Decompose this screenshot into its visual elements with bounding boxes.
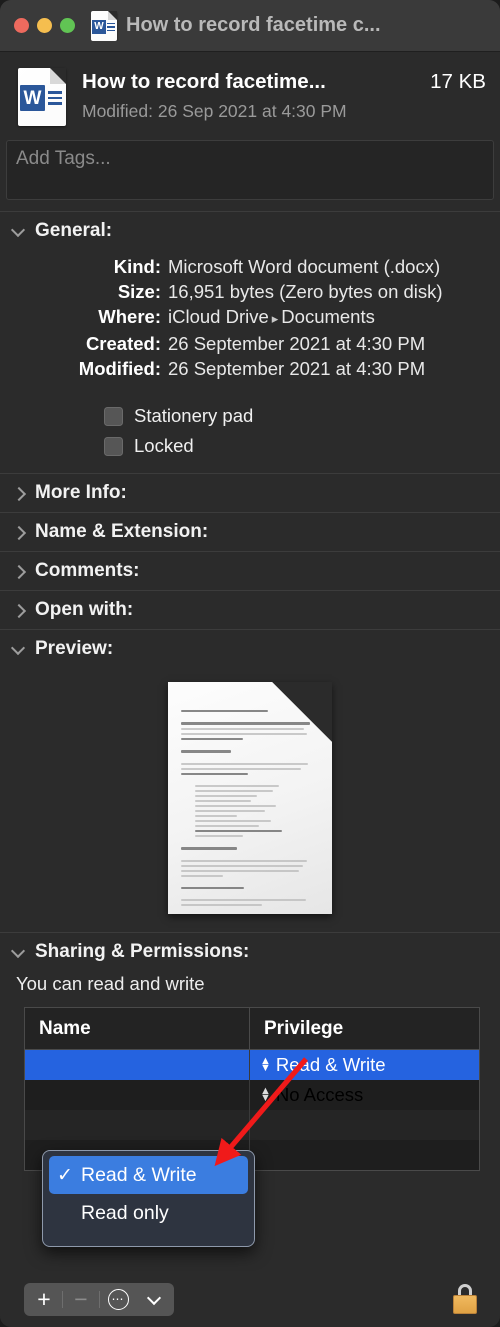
menu-item-label: Read & Write (81, 1163, 197, 1186)
menu-item-label: Read only (81, 1201, 169, 1224)
section-label-name-extension: Name & Extension: (35, 521, 209, 542)
field-created: Created: 26 September 2021 at 4:30 PM (0, 331, 500, 356)
check-icon: ✓ (57, 1164, 73, 1186)
zoom-button[interactable] (60, 18, 75, 33)
field-key: Size: (117, 281, 161, 302)
field-key: Kind: (113, 256, 161, 277)
field-value: 16,951 bytes (Zero bytes on disk) (168, 281, 443, 302)
permissions-table-header: Name Privilege (25, 1008, 479, 1050)
permissions-table: Name Privilege ▲ ▼ Read & Write ▲ ▼ No Acc… (24, 1007, 480, 1171)
checkbox-box[interactable] (104, 406, 123, 426)
traffic-lights (14, 18, 75, 33)
row-privilege[interactable] (249, 1140, 479, 1170)
menu-item-read-write[interactable]: ✓ Read & Write (49, 1156, 248, 1194)
general-checkboxes: Stationery pad Locked (0, 391, 500, 473)
column-header-name: Name (39, 1017, 91, 1039)
chevron-down-icon (12, 945, 26, 959)
lock-button[interactable] (452, 1284, 478, 1314)
remove-user-button[interactable]: − (63, 1283, 99, 1316)
checkbox-locked[interactable]: Locked (0, 431, 500, 461)
minimize-button[interactable] (37, 18, 52, 33)
lock-body-icon (453, 1295, 477, 1314)
checkbox-box[interactable] (104, 436, 123, 456)
row-privilege[interactable]: ▲ ▼ No Access (249, 1080, 479, 1110)
chevron-right-icon (12, 564, 26, 578)
action-menu-chevron[interactable] (136, 1283, 172, 1316)
preview-corner-curl (270, 682, 332, 744)
field-value: 26 September 2021 at 4:30 PM (168, 333, 426, 354)
section-label-general: General: (35, 220, 113, 241)
stepper-icon: ▲ ▼ (260, 1055, 271, 1074)
section-label-more-info: More Info: (35, 482, 127, 503)
table-row[interactable] (25, 1110, 479, 1140)
row-privilege-label: Read & Write (275, 1054, 386, 1075)
row-privilege[interactable]: ▲ ▼ Read & Write (249, 1050, 479, 1080)
privilege-dropdown-menu[interactable]: ✓ Read & Write Read only (42, 1150, 255, 1247)
section-label-preview: Preview: (35, 638, 114, 659)
section-header-comments[interactable]: Comments: (0, 552, 500, 590)
general-fields: Kind: Microsoft Word document (.docx) Si… (0, 250, 500, 391)
section-header-name-extension[interactable]: Name & Extension: (0, 513, 500, 551)
file-size: 17 KB (430, 70, 486, 93)
bottom-toolbar: + − ⋯ (0, 1271, 500, 1327)
field-key: Modified: (78, 358, 161, 379)
close-button[interactable] (14, 18, 29, 33)
where-root: iCloud Drive (168, 306, 269, 327)
get-info-window: W How to record facetime c... W How to r… (0, 0, 500, 1327)
checkbox-label: Locked (134, 435, 194, 456)
section-header-preview[interactable]: Preview: (0, 630, 500, 668)
field-key: Where: (98, 306, 161, 327)
where-folder: Documents (281, 306, 375, 327)
document-preview-thumbnail (168, 682, 332, 914)
word-document-icon: W (91, 10, 117, 41)
section-header-general[interactable]: General: (0, 212, 500, 250)
chevron-right-icon (12, 603, 26, 617)
permissions-segmented-control: + − ⋯ (24, 1282, 174, 1316)
field-value: Microsoft Word document (.docx) (168, 256, 441, 277)
field-value: iCloud Drive ▸ Documents (168, 304, 375, 331)
chevron-right-icon (12, 525, 26, 539)
section-label-sharing: Sharing & Permissions: (35, 941, 250, 962)
file-modified: Modified: 26 Sep 2021 at 4:30 PM (82, 101, 347, 121)
preview-area (0, 668, 500, 932)
ellipsis-circle-icon: ⋯ (107, 1288, 129, 1310)
stepper-icon: ▲ ▼ (260, 1085, 271, 1104)
add-user-button[interactable]: + (26, 1283, 62, 1316)
action-menu-button[interactable]: ⋯ (100, 1283, 136, 1316)
path-separator-icon: ▸ (271, 311, 279, 326)
menu-item-read-only[interactable]: Read only (49, 1194, 248, 1232)
row-privilege[interactable] (249, 1110, 479, 1140)
window-title: How to record facetime c... (126, 14, 381, 36)
chevron-down-icon (149, 1293, 161, 1305)
field-value: 26 September 2021 at 4:30 PM (168, 358, 426, 379)
info-content: W How to record facetime... 17 KB Modifi… (0, 52, 500, 1271)
checkbox-label: Stationery pad (134, 405, 254, 426)
field-kind: Kind: Microsoft Word document (.docx) (0, 254, 500, 279)
sharing-status-text: You can read and write (16, 973, 205, 994)
field-where: Where: iCloud Drive ▸ Documents (0, 304, 500, 331)
file-header: W How to record facetime... 17 KB Modifi… (0, 52, 500, 136)
table-row[interactable]: ▲ ▼ Read & Write (25, 1050, 479, 1080)
chevron-right-icon (12, 486, 26, 500)
chevron-down-icon (12, 642, 26, 656)
section-header-open-with[interactable]: Open with: (0, 591, 500, 629)
table-row[interactable]: ▲ ▼ No Access (25, 1080, 479, 1110)
field-key: Created: (85, 333, 161, 354)
window-titlebar: W How to record facetime c... (0, 0, 500, 52)
file-name: How to record facetime... (82, 70, 326, 93)
add-tags-input[interactable]: Add Tags... (6, 140, 494, 200)
section-header-sharing-permissions[interactable]: Sharing & Permissions: (0, 933, 500, 971)
field-modified: Modified: 26 September 2021 at 4:30 PM (0, 356, 500, 381)
file-word-icon: W (18, 68, 66, 126)
section-label-comments: Comments: (35, 560, 140, 581)
section-label-open-with: Open with: (35, 599, 134, 620)
checkbox-stationery-pad[interactable]: Stationery pad (0, 401, 500, 431)
chevron-down-icon (12, 224, 26, 238)
section-header-more-info[interactable]: More Info: (0, 474, 500, 512)
column-header-privilege: Privilege (249, 1008, 343, 1049)
row-privilege-label: No Access (275, 1084, 364, 1105)
field-size: Size: 16,951 bytes (Zero bytes on disk) (0, 279, 500, 304)
